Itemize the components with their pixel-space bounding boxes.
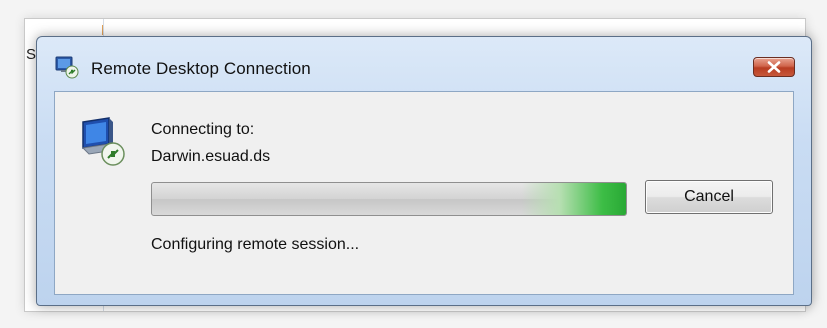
dialog-titlebar[interactable]: Remote Desktop Connection	[37, 37, 811, 91]
dialog-title: Remote Desktop Connection	[91, 59, 311, 78]
server-name: Darwin.esuad.ds	[151, 148, 271, 165]
status-text: Configuring remote session...	[151, 236, 360, 253]
close-button[interactable]	[753, 57, 795, 77]
connection-progress-bar	[151, 182, 627, 216]
remote-computer-icon	[75, 114, 131, 170]
dialog-content: Connecting to: Darwin.esuad.ds Cancel Co…	[54, 91, 794, 295]
cancel-button[interactable]: Cancel	[645, 180, 773, 214]
remote-desktop-icon	[55, 55, 79, 79]
background-partial-text: S	[26, 46, 37, 63]
close-icon	[754, 58, 794, 76]
remote-desktop-dialog: Remote Desktop Connection Connecting to:…	[36, 36, 812, 306]
progress-marquee	[152, 183, 626, 215]
connecting-label: Connecting to:	[151, 121, 255, 138]
background-accent	[102, 25, 103, 35]
